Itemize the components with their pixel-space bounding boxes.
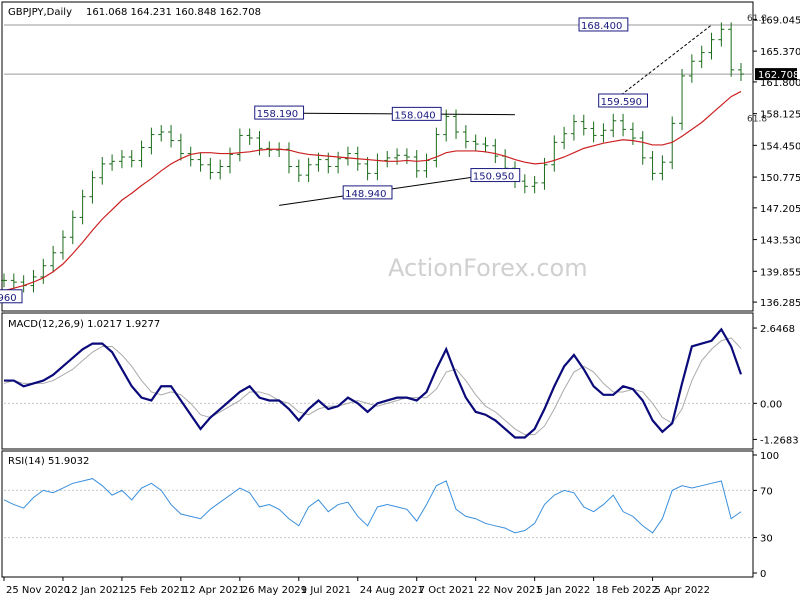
macd-ytick-label: 0.00 xyxy=(760,399,782,410)
macd-line xyxy=(4,327,743,439)
rsi-ytick-label: 100 xyxy=(760,451,779,462)
rsi-panel-title: RSI(14) 51.9032 xyxy=(8,456,89,467)
x-tick-label: 24 Aug 2021 xyxy=(360,585,424,596)
price-ytick-label: 147.205 xyxy=(760,204,800,215)
price-annotation-label: 148.940 xyxy=(345,189,386,200)
price-ytick-label: 143.530 xyxy=(760,236,800,247)
watermark: ActionForex.com xyxy=(388,254,588,282)
x-tick-label: 12 Apr 2021 xyxy=(183,585,245,596)
rsi-panel-frame xyxy=(1,450,754,578)
x-tick-label: 25 Feb 2021 xyxy=(124,585,186,596)
fib-line xyxy=(612,24,712,102)
macd-ytick-label: -1.2683 xyxy=(760,435,799,446)
price-annotation-label: 159.590 xyxy=(601,97,642,108)
macd-ytick-label: 2.6468 xyxy=(760,324,795,335)
rsi-ytick-label: 0 xyxy=(760,569,766,580)
price-ytick-label: 139.855 xyxy=(760,267,800,278)
chart-root: GBPJPY,Daily 161.068 164.231 160.848 162… xyxy=(0,0,800,600)
x-tick-label: 26 May 2021 xyxy=(242,585,307,596)
price-ohlc-text: 161.068 164.231 160.848 162.708 xyxy=(86,7,261,18)
price-ytick-label: 150.775 xyxy=(760,173,800,184)
price-panel-title: GBPJPY,Daily xyxy=(8,7,72,18)
price-annotation-label: 168.400 xyxy=(581,21,622,32)
x-tick-label: 25 Nov 2020 xyxy=(6,585,70,596)
x-tick-label: 12 Jan 2021 xyxy=(65,585,125,596)
price-ytick-label: 158.125 xyxy=(760,110,800,121)
price-ytick-label: 169.045 xyxy=(760,15,800,26)
x-tick-label: 18 Feb 2022 xyxy=(596,585,658,596)
price-annotation-label: 158.190 xyxy=(257,109,298,120)
x-tick-label: 5 Jan 2022 xyxy=(537,585,591,596)
chart-svg: GBPJPY,Daily 161.068 164.231 160.848 162… xyxy=(0,1,800,596)
rsi-line xyxy=(3,478,742,534)
rsi-ytick-label: 30 xyxy=(760,534,773,545)
macd-panel-frame xyxy=(1,312,754,450)
price-ytick-label: 154.450 xyxy=(760,141,800,152)
macd-panel-title: MACD(12,26,9) 1.0217 1.9277 xyxy=(8,319,160,330)
price-annotation-label: 158.040 xyxy=(394,110,435,121)
price-ytick-label: 165.370 xyxy=(760,47,800,58)
current-price-label: 162.708 xyxy=(758,70,799,81)
rsi-ytick-label: 70 xyxy=(760,486,773,497)
macd-signal-line xyxy=(3,337,742,436)
price-ytick-label: 136.285 xyxy=(760,298,800,309)
x-tick-label: 5 Apr 2022 xyxy=(655,585,710,596)
y-axis-ticks: 169.045165.370161.800158.125154.450150.7… xyxy=(753,15,800,580)
price-annotation-label: 150.950 xyxy=(473,172,514,183)
x-tick-label: 9 Jul 2021 xyxy=(301,585,351,596)
x-tick-label: 22 Nov 2021 xyxy=(478,585,542,596)
x-axis-ticks: 25 Nov 202012 Jan 2021 25 Feb 202112 Apr … xyxy=(3,577,710,596)
price-annotation-label: 5.960 xyxy=(0,293,17,304)
x-tick-label: 7 Oct 2021 xyxy=(419,585,474,596)
